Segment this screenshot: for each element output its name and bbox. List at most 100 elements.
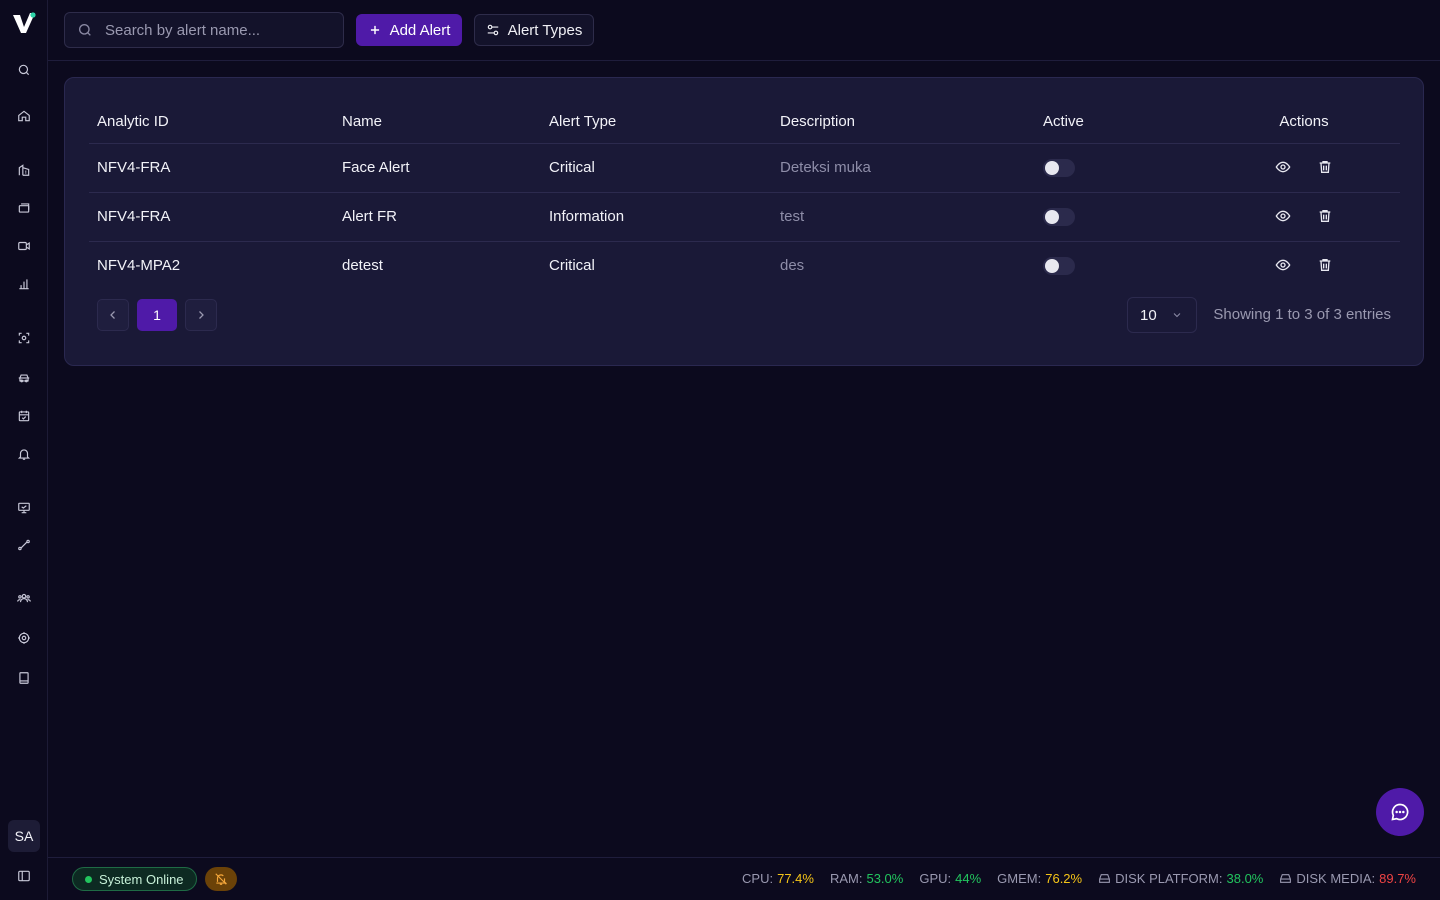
cell-alert-type: Information (541, 192, 772, 242)
alerts-card: Analytic ID Name Alert Type Description … (64, 77, 1424, 366)
metric-label: GPU: (919, 871, 952, 886)
table-header-row: Analytic ID Name Alert Type Description … (89, 100, 1400, 144)
video-camera-icon[interactable] (14, 236, 34, 256)
chevron-down-icon (1173, 313, 1181, 318)
metric-label: GMEM: (997, 871, 1042, 886)
metric-disk-media: DISK MEDIA: 89.7% (1279, 871, 1416, 886)
alert-types-button[interactable]: Alert Types (474, 14, 594, 46)
cell-description: test (772, 192, 1035, 242)
home-icon[interactable] (14, 106, 34, 126)
search-box[interactable] (64, 12, 344, 48)
system-status-badge: System Online (72, 867, 197, 891)
chat-button[interactable] (1376, 788, 1424, 836)
metric-value: 76.2% (1045, 871, 1083, 886)
layers-icon[interactable] (14, 198, 34, 218)
chat-bubble-icon (1391, 803, 1409, 821)
cell-actions (1200, 192, 1400, 242)
cell-description: Deteksi muka (772, 143, 1035, 193)
pagination: 1 (97, 299, 217, 331)
calendar-check-icon[interactable] (14, 406, 34, 426)
bell-off-icon (215, 873, 228, 885)
metric-cpu: CPU: 77.4% (742, 871, 814, 886)
cell-active (1035, 241, 1200, 290)
delete-trash-icon[interactable] (1315, 206, 1335, 226)
avatar-initials: SA (14, 828, 34, 844)
next-page-button[interactable] (185, 299, 217, 331)
gear-icon[interactable] (14, 628, 34, 648)
column-header-name[interactable]: Name (334, 100, 541, 144)
book-icon[interactable] (14, 668, 34, 688)
column-header-description[interactable]: Description (772, 100, 1035, 144)
add-alert-button[interactable]: Add Alert (356, 14, 462, 46)
search-icon[interactable] (14, 60, 34, 80)
system-metrics: CPU: 77.4% RAM: 53.0% GPU: 44% GMEM: 76.… (742, 871, 1416, 886)
sidebar-toggle-icon[interactable] (14, 866, 34, 886)
metric-label: RAM: (829, 871, 863, 886)
cell-description: des (780, 257, 805, 275)
notifications-muted-button[interactable] (205, 867, 237, 891)
table-row: NFV4-FRA Alert FR Information test (89, 192, 1400, 242)
metric-disk-platform: DISK PLATFORM: 38.0% (1098, 871, 1263, 886)
delete-trash-icon[interactable] (1315, 157, 1335, 177)
sliders-icon (487, 24, 498, 36)
cell-name: detest (342, 257, 383, 275)
view-eye-icon[interactable] (1273, 157, 1293, 177)
status-bar: System Online CPU: 77.4% RAM: 53.0% GPU:… (48, 857, 1440, 900)
metric-value: 38.0% (1226, 871, 1264, 886)
users-icon[interactable] (14, 588, 34, 608)
chevron-left-icon (110, 311, 115, 319)
cell-alert-type: Critical (541, 143, 772, 193)
system-status-text: System Online (99, 871, 184, 887)
hard-drive-icon (1099, 874, 1111, 883)
metric-ram: RAM: 53.0% (830, 871, 903, 886)
table-row: NFV4-MPA2 detest Critical des (89, 241, 1400, 290)
search-input[interactable] (105, 21, 325, 39)
column-header-active[interactable]: Active (1035, 100, 1200, 144)
cell-analytic-id: NFV4-MPA2 (97, 257, 181, 275)
monitor-icon[interactable] (14, 498, 34, 518)
active-toggle[interactable] (1043, 158, 1075, 177)
bar-chart-icon[interactable] (14, 274, 34, 294)
active-toggle[interactable] (1043, 256, 1075, 275)
previous-page-button[interactable] (97, 299, 129, 331)
metric-value: 44% (955, 871, 982, 886)
metric-value: 53.0% (866, 871, 904, 886)
building-icon[interactable] (14, 160, 34, 180)
status-dot (85, 875, 92, 883)
bell-icon[interactable] (14, 444, 34, 464)
page-1-button[interactable]: 1 (137, 299, 177, 331)
cell-analytic-id: NFV4-FRA (89, 192, 334, 242)
alerts-table: Analytic ID Name Alert Type Description … (89, 100, 1400, 290)
column-header-actions: Actions (1200, 100, 1400, 144)
cell-analytic-id: NFV4-FRA (89, 143, 334, 193)
cell-active (1035, 192, 1200, 242)
view-eye-icon[interactable] (1273, 255, 1293, 275)
delete-trash-icon[interactable] (1315, 255, 1335, 275)
metric-gmem: GMEM: 76.2% (997, 871, 1082, 886)
plus-icon (370, 25, 379, 35)
per-page-value: 10 (1140, 306, 1157, 324)
search-icon (79, 24, 91, 36)
face-scan-icon[interactable] (14, 328, 34, 348)
cell-alert-type: Critical (549, 257, 595, 275)
sidebar: SA (0, 0, 48, 900)
cell-actions (1200, 241, 1400, 290)
cell-name: Face Alert (334, 143, 541, 193)
view-eye-icon[interactable] (1273, 206, 1293, 226)
active-toggle[interactable] (1043, 207, 1075, 226)
chevron-right-icon (199, 311, 204, 319)
alert-types-label: Alert Types (507, 21, 583, 39)
metric-label: CPU: (742, 871, 774, 886)
top-toolbar: Add Alert Alert Types (48, 0, 1440, 61)
add-alert-label: Add Alert (389, 21, 451, 39)
metric-value: 89.7% (1379, 871, 1416, 886)
column-header-analytic-id[interactable]: Analytic ID (89, 100, 334, 144)
cell-actions (1200, 143, 1400, 193)
route-icon[interactable] (14, 535, 34, 555)
car-icon[interactable] (14, 368, 34, 388)
column-header-alert-type[interactable]: Alert Type (541, 100, 772, 144)
cell-name: Alert FR (334, 192, 541, 242)
avatar[interactable]: SA (8, 820, 40, 852)
app-logo[interactable] (11, 10, 37, 36)
per-page-select[interactable]: 10 (1127, 297, 1197, 333)
